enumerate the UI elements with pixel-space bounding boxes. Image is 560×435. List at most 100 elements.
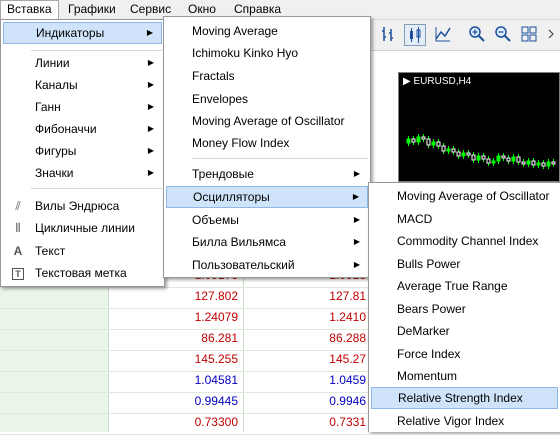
menu-item-lines[interactable]: Линии ▶ [3,52,162,74]
submenu-arrow-icon: ▶ [353,237,360,246]
menu-item-label: Линии [35,56,70,70]
menu-item-force-index[interactable]: Force Index [371,343,558,365]
candle-body [471,154,476,161]
table-row[interactable]: 1.04581 1.0459 [0,370,370,393]
andrews-pitchfork-icon: ⫽ [15,199,21,213]
menu-separator [192,158,368,159]
candle-body [441,145,446,152]
ask-value: 0.7331 [329,415,366,429]
menu-item-macd[interactable]: MACD [371,208,558,230]
menu-item-text-label[interactable]: T Текстовая метка [3,262,162,284]
menu-item-label: Пользовательский [192,258,295,272]
menu-item-fibonacci[interactable]: Фибоначчи ▶ [3,118,162,140]
menu-item-bill-williams[interactable]: Билла Вильямса ▶ [166,231,368,253]
chart-window[interactable]: ▶ EURUSD,H4 [398,72,560,182]
zoom-out-icon[interactable] [492,24,514,46]
menu-item-andrews-pitchfork[interactable]: ⫽ Вилы Эндрюса [3,195,162,217]
line-chart-icon[interactable] [432,24,454,46]
menu-item-envelopes[interactable]: Envelopes [166,88,368,110]
menu-item-momentum[interactable]: Momentum [371,365,558,387]
menu-item-cycle-lines[interactable]: ⦀ Цикличные линии [3,217,162,239]
table-row[interactable]: 1.24079 1.2410 [0,307,370,330]
menu-item-bulls-power[interactable]: Bulls Power [371,253,558,275]
bid-value: 1.04581 [194,373,238,387]
candle-body [421,136,426,140]
menu-item-osma-osc[interactable]: Moving Average of Oscillator [371,185,558,207]
menu-item-gann[interactable]: Ганн ▶ [3,96,162,118]
table-row[interactable]: 0.99445 0.9946 [0,391,370,414]
menu-item-label: DeMarker [397,324,450,338]
menu-item-ichimoku[interactable]: Ichimoku Kinko Hyo [166,42,368,64]
candle-body [511,156,516,162]
menu-item-label: Ганн [35,100,61,114]
menu-item-demarker[interactable]: DeMarker [371,320,558,342]
chart-arrow-icon: ▶ [403,76,411,87]
candle-body [551,161,556,165]
menu-item-oscillators[interactable]: Осцилляторы ▶ [166,186,368,208]
candle-body [546,161,551,167]
menu-item-trend[interactable]: Трендовые ▶ [166,163,368,185]
bid-value: 0.99445 [194,394,238,408]
submenu-arrow-icon: ▶ [353,260,360,269]
submenu-arrow-icon: ▶ [147,146,154,155]
menu-item-label: Moving Average of Oscillator [192,114,345,128]
bid-value: 127.802 [194,289,238,303]
menu-item-volumes[interactable]: Объемы ▶ [166,209,368,231]
bid-value: 1.24079 [194,310,238,324]
candle-body [426,138,431,146]
menu-item-label: Moving Average of Oscillator [397,189,550,203]
ask-value: 0.9946 [329,394,366,408]
menu-item-label: Текст [35,244,66,258]
menu-item-arrows[interactable]: Значки ▶ [3,162,162,184]
candlestick-chart [406,134,556,169]
menu-item-label: Force Index [397,347,461,361]
menu-item-label: Money Flow Index [192,136,290,150]
menu-item-cci[interactable]: Commodity Channel Index [371,230,558,252]
text-label-icon: T [9,262,27,285]
candle-body [481,155,486,160]
menu-item-rsi[interactable]: Relative Strength Index [371,387,558,409]
bid-value: 86.281 [201,331,238,345]
menu-item-fractals[interactable]: Fractals [166,65,368,87]
menu-item-osma[interactable]: Moving Average of Oscillator [166,110,368,132]
candle-body [541,162,546,167]
candle-body [416,136,421,143]
menu-item-shapes[interactable]: Фигуры ▶ [3,140,162,162]
menu-item-money-flow-index[interactable]: Money Flow Index [166,132,368,154]
menu-item-label: Цикличные линии [35,221,135,235]
menu-item-label: Momentum [397,369,458,383]
candle-body [466,152,471,156]
menu-item-label: Билла Вильямса [192,235,286,249]
menu-item-rvi[interactable]: Relative Vigor Index [371,410,558,432]
table-row[interactable]: 127.802 127.81 [0,286,370,309]
ask-value: 1.0459 [329,373,366,387]
menu-item-atr[interactable]: Average True Range [371,275,558,297]
candle-body [436,141,441,147]
menu-separator [31,50,162,51]
menu-item-label: Объемы [192,213,239,227]
menu-item-channels[interactable]: Каналы ▶ [3,74,162,96]
bar-chart-icon[interactable] [378,24,400,46]
candle-body [536,162,541,166]
table-row[interactable]: 145.255 145.27 [0,349,370,372]
indicators-submenu: Moving Average Ichimoku Kinko Hyo Fracta… [163,16,371,278]
menu-item-custom[interactable]: Пользовательский ▶ [166,254,368,276]
candle-body [446,148,451,152]
market-watch-table: 1.091731.0918127.802127.811.240791.24108… [0,268,400,435]
tile-windows-icon[interactable] [518,24,540,46]
zoom-in-icon[interactable] [466,24,488,46]
menu-charts[interactable]: Графики [62,0,122,19]
menu-item-label: Фигуры [35,144,77,158]
menu-item-moving-average[interactable]: Moving Average [166,20,368,42]
menu-insert[interactable]: Вставка [0,0,59,20]
menu-item-text[interactable]: A Текст [3,240,162,262]
menu-item-bears-power[interactable]: Bears Power [371,298,558,320]
candlestick-icon[interactable] [404,24,426,46]
submenu-arrow-icon: ▶ [147,80,154,89]
toolbar-more-icon[interactable] [542,24,560,46]
menu-item-label: Envelopes [192,92,249,106]
table-row[interactable]: 86.281 86.288 [0,328,370,351]
menu-item-label: Average True Range [397,279,508,293]
menu-item-indicators[interactable]: Индикаторы ▶ [3,22,162,44]
menu-item-label: Bulls Power [397,257,461,271]
